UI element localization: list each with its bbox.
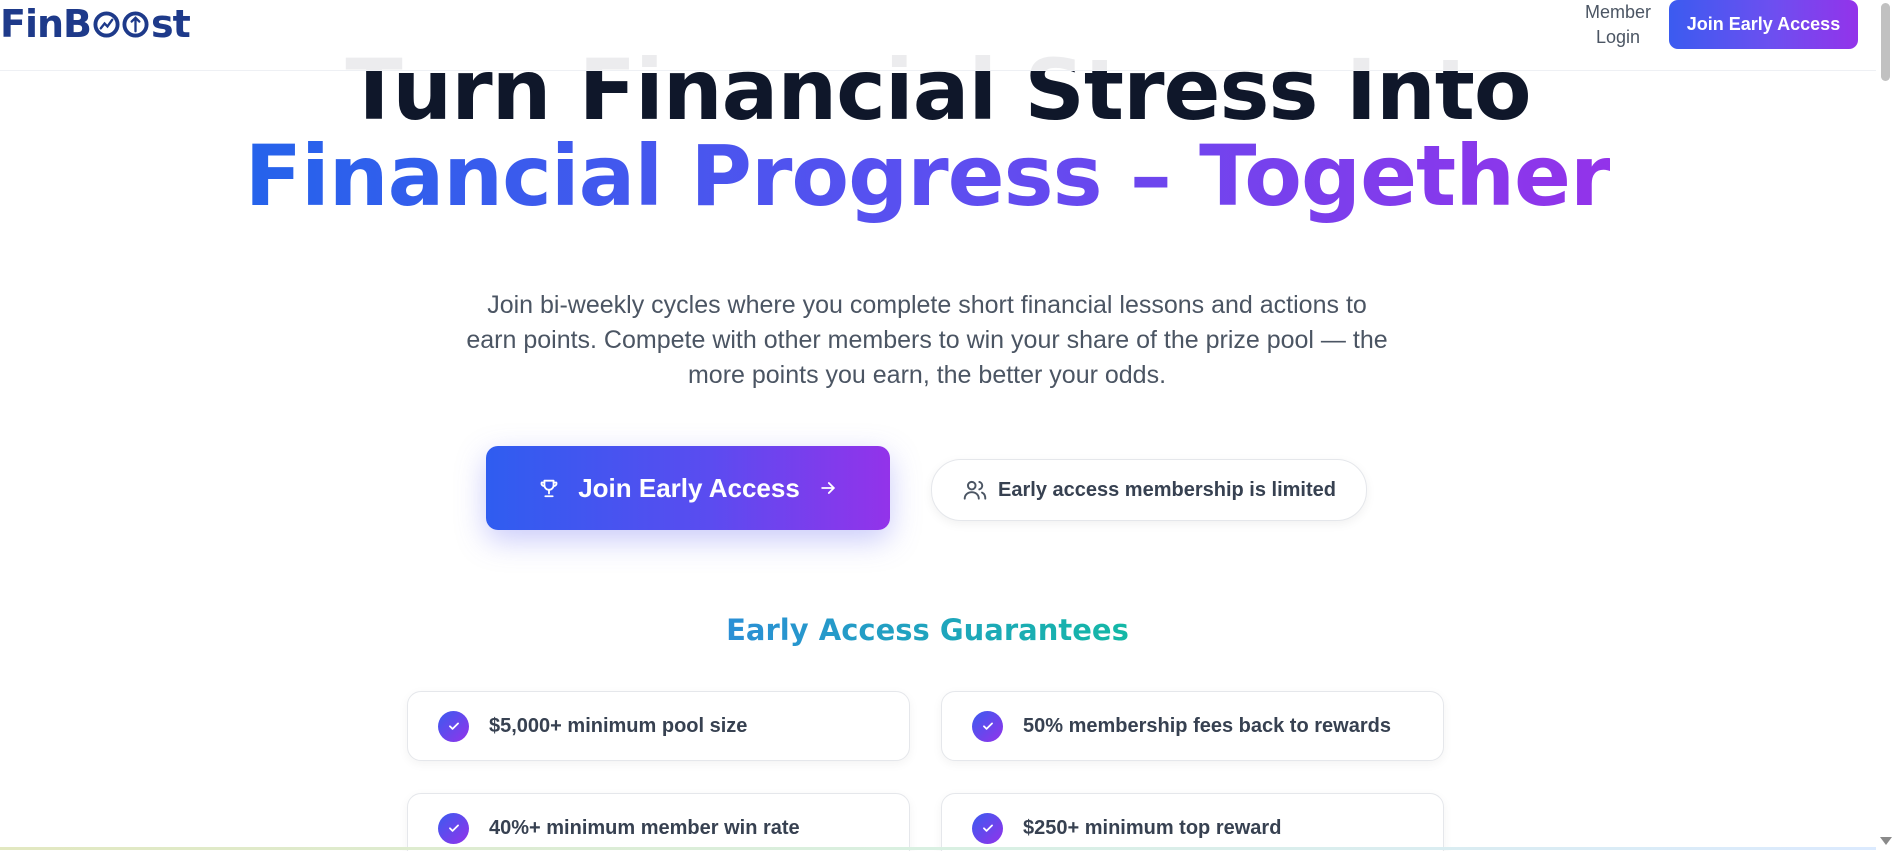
member-login-line2: Login bbox=[1595, 27, 1641, 47]
guarantee-card: 50% membership fees back to rewards bbox=[941, 691, 1444, 761]
hero-headline-line2: Financial Progress – Together bbox=[0, 126, 1855, 226]
hero-subtitle: Join bi-weekly cycles where you complete… bbox=[466, 291, 1388, 389]
member-login-link[interactable]: Member Login bbox=[1574, 0, 1662, 50]
arrow-right-icon bbox=[818, 478, 838, 498]
limited-membership-badge: Early access membership is limited bbox=[931, 459, 1367, 521]
guarantee-text: $5,000+ minimum pool size bbox=[489, 714, 748, 737]
page-scrollbar[interactable] bbox=[1876, 0, 1895, 851]
users-icon bbox=[962, 477, 988, 503]
logo-text-right: st bbox=[151, 2, 191, 46]
bottom-gradient-divider bbox=[0, 847, 1876, 850]
guarantee-card: $5,000+ minimum pool size bbox=[407, 691, 910, 761]
nav-cta-label: Join Early Access bbox=[1686, 14, 1841, 34]
guarantee-text: 40%+ minimum member win rate bbox=[489, 816, 800, 839]
top-navbar: FinB st Member Login Join Early Access bbox=[0, 0, 1876, 71]
trophy-icon bbox=[538, 477, 560, 499]
scrollbar-thumb[interactable] bbox=[1881, 3, 1890, 81]
limited-membership-text: Early access membership is limited bbox=[998, 478, 1336, 501]
landing-page: Turn Financial Stress Into FinB st Membe… bbox=[0, 0, 1895, 851]
member-login-line1: Member bbox=[1584, 2, 1651, 22]
guarantee-card: $250+ minimum top reward bbox=[941, 793, 1444, 851]
join-early-access-label: Join Early Access bbox=[578, 472, 800, 503]
check-icon bbox=[438, 710, 469, 742]
check-icon bbox=[972, 812, 1003, 844]
hero-headline-gradient-text: Financial Progress – Together bbox=[244, 127, 1612, 225]
guarantee-text: 50% membership fees back to rewards bbox=[1023, 714, 1391, 737]
finboost-logo[interactable]: FinB st bbox=[0, 2, 191, 46]
nav-join-early-access-button[interactable]: Join Early Access bbox=[1669, 0, 1858, 49]
check-icon bbox=[972, 710, 1003, 742]
logo-oo-icon bbox=[92, 10, 150, 38]
join-early-access-button[interactable]: Join Early Access bbox=[486, 446, 890, 530]
guarantee-card: 40%+ minimum member win rate bbox=[407, 793, 910, 851]
guarantees-title-text: Early Access Guarantees bbox=[726, 613, 1129, 647]
logo-text-left: FinB bbox=[0, 2, 92, 46]
guarantee-text: $250+ minimum top reward bbox=[1023, 816, 1282, 839]
guarantees-title: Early Access Guarantees bbox=[0, 610, 1855, 650]
scroll-down-arrow-icon[interactable] bbox=[1880, 837, 1892, 845]
check-icon bbox=[438, 812, 469, 844]
